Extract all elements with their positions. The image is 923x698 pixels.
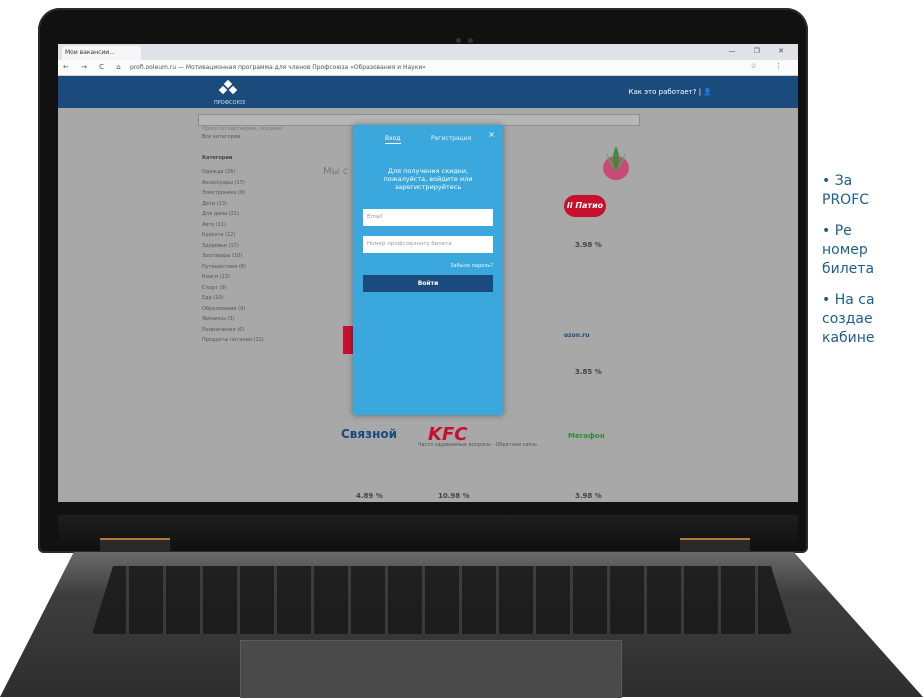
category-item[interactable]: Продукты питания (11) <box>202 335 282 346</box>
modal-message: Для получения скидки, пожалуйста, войдит… <box>383 167 473 191</box>
partners-heading: Мы с <box>323 166 349 177</box>
category-item[interactable]: Красота (12) <box>202 230 282 241</box>
category-item[interactable]: Образование (9) <box>202 304 282 315</box>
category-item[interactable]: Здоровье (17) <box>202 241 282 252</box>
user-icon[interactable]: | 👤 <box>699 88 712 96</box>
browser-tab[interactable]: Мои вакансии... <box>62 46 141 60</box>
logo-text: ПРОФСОЮЗ <box>214 100 246 106</box>
how-it-works-label: Как это работает? <box>628 88 697 96</box>
bullet-line: билета <box>822 261 875 277</box>
category-item[interactable]: Книги (13) <box>202 272 282 283</box>
category-item[interactable]: Еда (10) <box>202 293 282 304</box>
category-item[interactable]: Зоотовары (10) <box>202 251 282 262</box>
category-item[interactable]: Спорт (9) <box>202 283 282 294</box>
partner-logo-megafon[interactable]: Мегафон <box>568 432 605 440</box>
keyboard <box>92 566 792 634</box>
category-item[interactable]: Финансы (3) <box>202 314 282 325</box>
how-it-works-link[interactable]: Как это работает? | 👤 <box>629 88 713 96</box>
profsoyuz-emblem-icon <box>603 146 629 180</box>
hinge-right <box>680 538 750 554</box>
partner-cashback: 3.98 % <box>575 241 602 249</box>
url-field[interactable]: profi.ooleum.ru — Мотивационная программ… <box>130 62 730 73</box>
nav-buttons[interactable]: ← → C ⌂ <box>63 63 126 71</box>
tab-register[interactable]: Регистрация <box>431 135 471 142</box>
trackpad <box>240 640 622 698</box>
partner-cashback: 4.89 % <box>356 492 383 500</box>
bullet-line: • Ре <box>822 223 852 239</box>
partner-logo-svyaznoy[interactable]: Связной <box>341 427 397 441</box>
camera-icon <box>456 38 461 43</box>
email-field[interactable]: Email <box>363 209 493 226</box>
partner-cashback: 10.98 % <box>438 492 470 500</box>
browser-tab-bar: Мои вакансии... — ❐ ✕ <box>58 44 798 60</box>
hinge-left <box>100 538 170 554</box>
address-actions[interactable]: ☆ ⋮ <box>750 62 790 70</box>
bullet-line: кабине <box>822 330 875 346</box>
footer-links[interactable]: Часто задаваемые вопросы · Обратная связ… <box>418 442 537 448</box>
camera-sensor-icon <box>468 38 473 43</box>
category-item[interactable]: Авто (11) <box>202 220 282 231</box>
logo-icon[interactable] <box>218 80 238 100</box>
partner-logo-ozon[interactable]: ozon.ru <box>564 332 590 339</box>
tab-login[interactable]: Вход <box>385 135 401 144</box>
address-bar: ← → C ⌂ profi.ooleum.ru — Мотивационная … <box>58 60 798 76</box>
bullet-line: • На са <box>822 292 875 308</box>
category-sidebar: Все категории Категории Одежда (26) Аксе… <box>202 132 282 346</box>
partner-cashback: 3.98 % <box>575 492 602 500</box>
login-modal: Вход Регистрация × Для получения скидки,… <box>353 125 503 415</box>
slide-bullets: • За PROFC • Ре номер билета • На са соз… <box>822 172 923 348</box>
close-icon[interactable]: × <box>488 130 495 139</box>
ticket-number-field[interactable]: Номер профсоюзного билета <box>363 236 493 253</box>
bullet-line: создае <box>822 311 873 327</box>
bullet-line: номер <box>822 242 868 258</box>
category-item[interactable]: Развлечения (6) <box>202 325 282 336</box>
site-header: ПРОФСОЮЗ Как это работает? | 👤 <box>58 76 798 108</box>
category-heading: Категории <box>202 154 233 161</box>
category-item[interactable]: Путешествия (8) <box>202 262 282 273</box>
category-item[interactable]: Аксессуары (17) <box>202 178 282 189</box>
login-button[interactable]: Войти <box>363 275 493 292</box>
category-item[interactable]: Дети (13) <box>202 199 282 210</box>
bullet-line: • За <box>822 173 853 189</box>
partner-logo-il-patio[interactable]: Il Патио <box>564 195 606 217</box>
window-controls[interactable]: — ❐ ✕ <box>728 47 792 55</box>
all-categories-link[interactable]: Все категории <box>202 132 282 143</box>
partner-cashback: 3.85 % <box>575 368 602 376</box>
category-item[interactable]: Одежда (26) <box>202 167 282 178</box>
modal-tabs: Вход Регистрация × <box>353 125 503 149</box>
forgot-password-link[interactable]: Забыли пароль? <box>450 263 493 269</box>
category-item[interactable]: Для дома (21) <box>202 209 282 220</box>
laptop-screen: Мои вакансии... — ❐ ✕ ← → C ⌂ profi.oole… <box>58 44 798 502</box>
category-item[interactable]: Электроника (8) <box>202 188 282 199</box>
bullet-line: PROFC <box>822 192 870 208</box>
